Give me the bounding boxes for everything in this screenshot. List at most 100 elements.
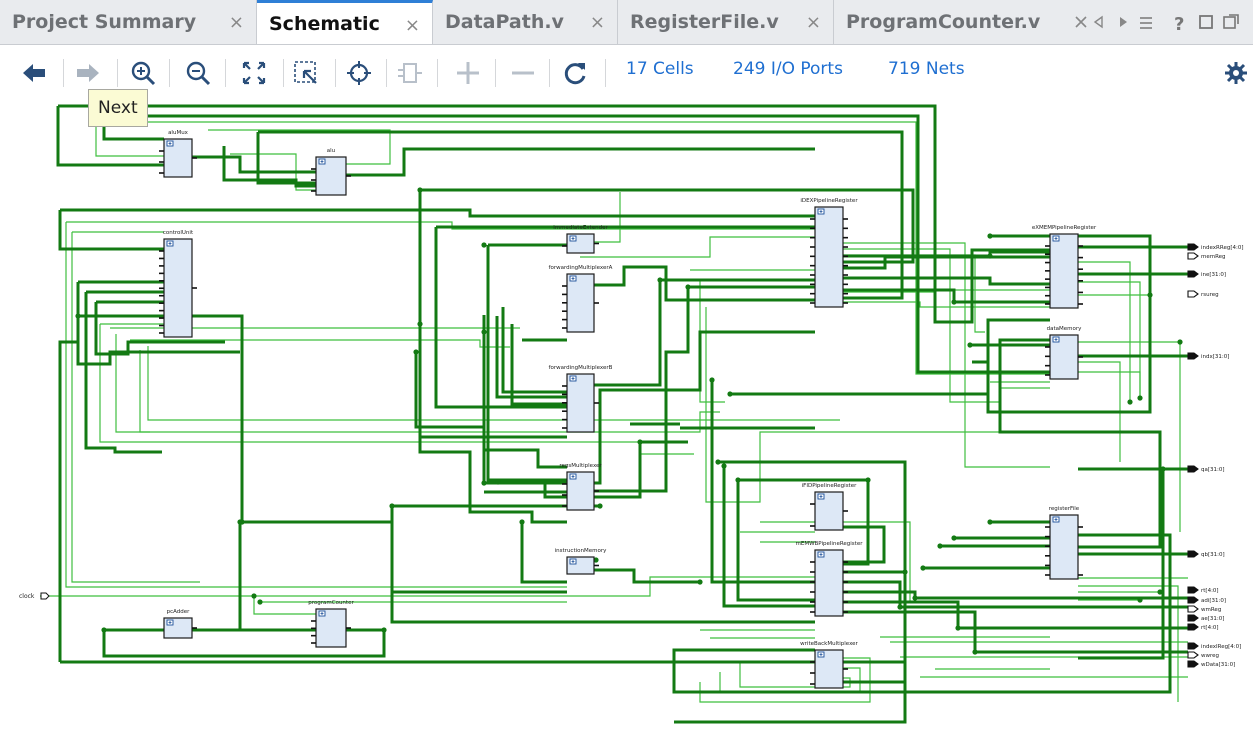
net-junction: [251, 593, 257, 599]
cell-pc-adder[interactable]: pcAdder: [163, 609, 197, 639]
back-button[interactable]: [18, 45, 50, 101]
net-junction: [721, 463, 727, 469]
cell-register-file[interactable]: registerFile: [1045, 506, 1083, 580]
tab-project-summary[interactable]: Project Summary ×: [0, 0, 257, 44]
close-icon[interactable]: ×: [806, 12, 821, 33]
net-junction: [1127, 399, 1133, 405]
cell-alu-mux[interactable]: aluMux: [159, 130, 197, 178]
port-icon: [1187, 290, 1199, 298]
zoom-fit-button[interactable]: [238, 45, 270, 101]
net-junction: [902, 569, 908, 575]
tab-list-icon[interactable]: [1140, 17, 1152, 29]
cell-program-counter[interactable]: programCounter: [308, 600, 354, 648]
net-wire: [1078, 261, 1131, 402]
cell-regs-multiplexer[interactable]: regsMultiplexer: [559, 463, 602, 511]
port-label: adi[31:0]: [1201, 598, 1226, 604]
cell-button[interactable]: [394, 45, 426, 101]
net-junction: [709, 377, 715, 383]
scroll-right-icon[interactable]: [1120, 17, 1127, 27]
net-junction: [75, 313, 81, 319]
ports-count-link[interactable]: 249 I/O Ports: [733, 59, 843, 79]
tab-registerfile-v[interactable]: RegisterFile.v ×: [618, 0, 834, 44]
light-nets: [40, 116, 1188, 703]
bus-wire: [390, 506, 567, 594]
port-label: indx[31:0]: [1201, 354, 1229, 360]
add-button[interactable]: [452, 45, 484, 101]
port-label: clock: [19, 593, 35, 600]
cells-count-link[interactable]: 17 Cells: [626, 59, 694, 79]
cell-label: regsMultiplexer: [559, 463, 602, 469]
output-port-ae[interactable]: ae[31:0]: [1187, 614, 1224, 622]
tab-close-overflow-icon[interactable]: [1075, 16, 1087, 28]
tab-programcounter-v[interactable]: ProgramCounter.v: [834, 0, 1070, 44]
cell-label: iFIDPipelineRegister: [802, 483, 857, 489]
output-port-index-ireg[interactable]: indexIReg[4:0]: [1187, 642, 1241, 650]
output-port-rt[interactable]: rt[4:0]: [1187, 586, 1219, 594]
port-label: ine[31:0]: [1201, 272, 1226, 278]
output-port-qa[interactable]: qa[31:0]: [1187, 465, 1225, 473]
select-button[interactable]: [343, 45, 375, 101]
port-label: memReg: [1201, 254, 1226, 260]
cell-immediate-extender[interactable]: immediateExtender: [553, 225, 608, 254]
scroll-left-icon[interactable]: [1093, 15, 1103, 29]
output-port-wwreg[interactable]: wwreg: [1187, 651, 1219, 659]
net-wire: [208, 129, 391, 165]
output-port-adi[interactable]: adi[31:0]: [1187, 596, 1226, 604]
output-port-ine[interactable]: ine[31:0]: [1187, 270, 1226, 278]
reload-button[interactable]: [559, 45, 591, 101]
cell-label: pcAdder: [167, 609, 191, 615]
zoom-out-icon: [186, 61, 211, 86]
cell-data-memory[interactable]: dataMemory: [1045, 326, 1083, 380]
maximize-icon[interactable]: [1199, 15, 1213, 29]
tab-schematic[interactable]: Schematic ×: [257, 0, 433, 44]
close-icon[interactable]: ×: [590, 12, 605, 33]
bus-wire: [1078, 469, 1165, 660]
bus-wire: [102, 314, 815, 624]
help-icon[interactable]: ?: [1174, 14, 1184, 35]
schematic-toolbar: 17 Cells 249 I/O Ports 719 Nets: [0, 45, 1253, 101]
tab-datapath-v[interactable]: DataPath.v ×: [433, 0, 618, 44]
cell-control-unit[interactable]: controlUnit: [159, 230, 197, 338]
cell-alu[interactable]: alu: [311, 148, 351, 196]
net-wire: [843, 248, 1000, 403]
input-port-clock[interactable]: clock: [19, 592, 50, 600]
settings-button[interactable]: [1222, 45, 1250, 101]
net-junction: [257, 599, 263, 605]
port-icon: [1187, 642, 1199, 650]
net-junction: [239, 519, 245, 525]
output-port-mem-reg[interactable]: memReg: [1187, 252, 1226, 260]
net-junction: [481, 242, 487, 248]
zoom-out-button[interactable]: [182, 45, 214, 101]
tab-label: RegisterFile.v: [630, 11, 779, 33]
zoom-area-button[interactable]: [290, 45, 322, 101]
nets-count-link[interactable]: 719 Nets: [888, 59, 965, 79]
output-port-index-rreg[interactable]: indexRReg[4:0]: [1187, 243, 1243, 251]
net-junction: [920, 565, 926, 571]
cell-forwarding-multiplexer-a[interactable]: forwardingMultiplexerA: [549, 265, 613, 333]
net-wire: [253, 596, 316, 615]
schematic-canvas[interactable]: aluMux alu controlUnit immediateExtender for…: [0, 102, 1253, 731]
output-port-indx[interactable]: indx[31:0]: [1187, 352, 1229, 360]
output-port-qb[interactable]: qb[31:0]: [1187, 550, 1225, 558]
float-icon[interactable]: [1223, 14, 1239, 29]
net-junction: [937, 543, 943, 549]
output-port-wm-reg[interactable]: wmReg: [1187, 605, 1221, 613]
net-wire: [1078, 371, 1141, 397]
cell-label: dataMemory: [1047, 326, 1083, 332]
close-icon[interactable]: ×: [405, 15, 420, 36]
bus-wire: [346, 147, 815, 177]
port-icon: [1187, 252, 1199, 260]
port-label: rt[4:0]: [1201, 625, 1219, 631]
cell-i-fidpipeline-register[interactable]: iFIDPipelineRegister: [802, 483, 857, 531]
port-label: rsureg: [1201, 292, 1219, 298]
net-junction: [972, 649, 978, 655]
output-port-rt[interactable]: rt[4:0]: [1187, 623, 1219, 631]
cell-body: [1049, 233, 1079, 309]
remove-button[interactable]: [507, 45, 539, 101]
bus-wire: [843, 610, 1188, 654]
net-junction: [389, 503, 395, 509]
output-port-rsureg[interactable]: rsureg: [1187, 290, 1219, 298]
bus-wire: [256, 132, 316, 185]
output-port-w-data[interactable]: wData[31:0]: [1187, 660, 1235, 668]
close-icon[interactable]: ×: [229, 12, 244, 33]
